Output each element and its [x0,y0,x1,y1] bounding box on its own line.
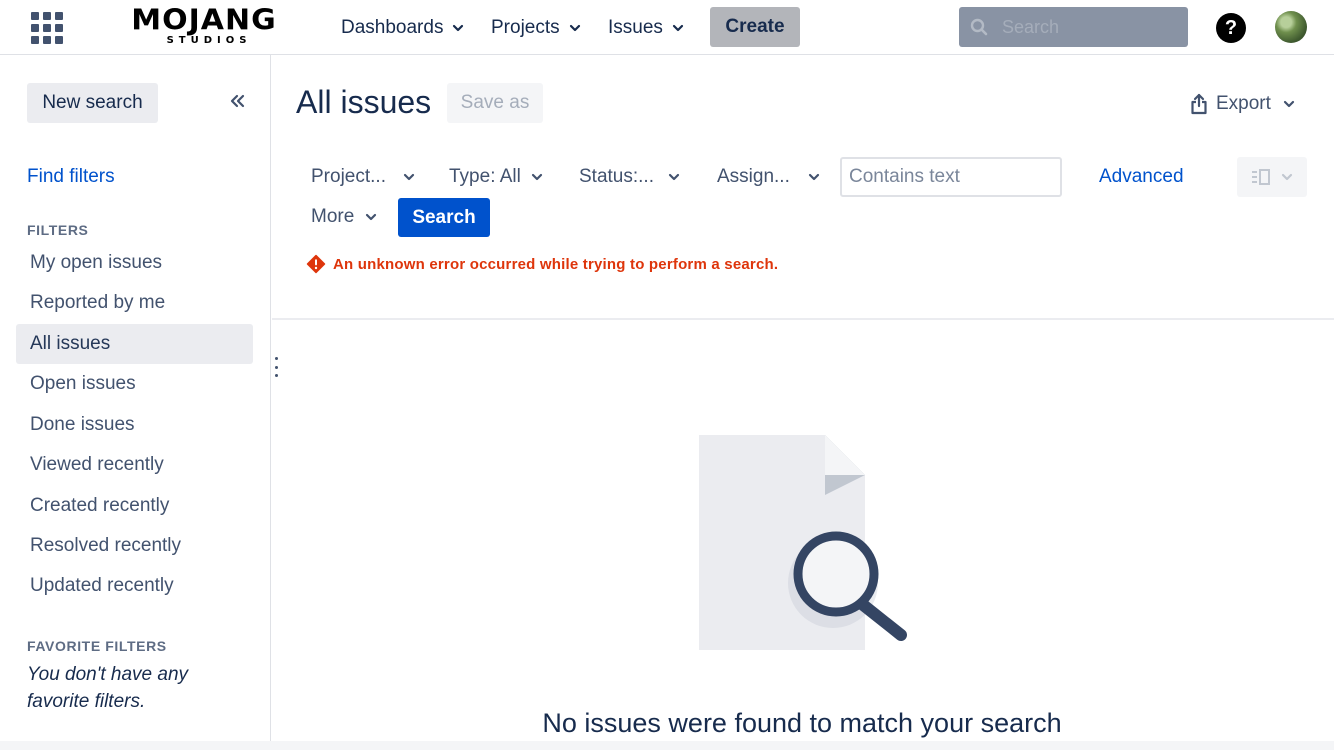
chevron-down-icon [403,173,415,181]
page-title: All issues [296,84,432,120]
error-message-text: An unknown error occurred while trying t… [333,255,779,273]
contains-text-input[interactable] [840,157,1062,197]
nav-issues[interactable]: Issues [608,14,684,42]
section-divider [272,318,1334,320]
assignee-filter-dropdown[interactable]: Assign... [717,157,820,197]
error-message: An unknown error occurred while trying t… [306,254,778,274]
nav-projects[interactable]: Projects [491,14,581,42]
logo-subtext: STUDIOS [166,35,252,46]
nav-projects-label: Projects [491,17,560,38]
chevron-down-icon [1283,100,1295,108]
export-button[interactable]: Export [1190,90,1295,118]
project-filter-label: Project... [311,166,386,187]
find-filters-link[interactable]: Find filters [27,166,115,188]
filter-open-issues[interactable]: Open issues [16,364,253,404]
nav-dashboards[interactable]: Dashboards [341,14,464,42]
share-export-icon [1191,93,1207,115]
chevron-down-icon [808,173,819,181]
new-search-button[interactable]: New search [27,83,158,123]
favorite-filters-heading: FAVORITE FILTERS [27,638,167,654]
chevron-down-icon [672,24,684,32]
search-button[interactable]: Search [398,198,490,237]
filters-heading: FILTERS [27,222,89,238]
mojang-logo[interactable]: MOJANG STUDIOS [120,4,288,48]
filter-resolved-recently[interactable]: Resolved recently [16,526,253,566]
chevron-down-icon [366,213,377,221]
type-filter-dropdown[interactable]: Type: All [449,157,543,197]
sidebar-resize-handle[interactable] [273,357,279,377]
more-filters-dropdown[interactable]: More [311,197,377,237]
list-view-icon [1252,169,1270,185]
chevron-down-icon [668,173,680,181]
error-icon [306,254,326,274]
global-search[interactable] [959,7,1188,47]
filter-my-open-issues[interactable]: My open issues [16,243,253,283]
create-button[interactable]: Create [710,7,800,47]
type-filter-label: Type: All [449,166,521,187]
search-icon [970,18,988,36]
filters-sidebar: New search Find filters FILTERS My open … [0,55,271,741]
filter-all-issues[interactable]: All issues [16,324,253,364]
status-filter-label: Status:... [579,166,654,187]
view-toggle-button[interactable] [1237,157,1307,197]
nav-issues-label: Issues [608,17,663,38]
top-navigation: MOJANG STUDIOS Dashboards Projects Issue… [0,0,1334,55]
status-filter-dropdown[interactable]: Status:... [579,157,680,197]
chevron-down-icon [1281,173,1293,181]
bottom-strip [0,741,1334,750]
chevron-down-icon [453,24,464,32]
help-icon[interactable]: ? [1216,13,1246,43]
chevron-down-icon [531,173,542,181]
app-switcher-icon[interactable] [31,12,63,44]
save-as-button[interactable]: Save as [447,83,543,123]
empty-search-illustration [699,435,907,650]
user-avatar[interactable] [1275,11,1307,43]
global-search-input[interactable] [1002,16,1172,38]
advanced-search-link[interactable]: Advanced [1099,166,1184,188]
filter-created-recently[interactable]: Created recently [16,486,253,526]
collapse-sidebar-icon[interactable] [228,93,246,109]
filter-reported-by-me[interactable]: Reported by me [16,283,253,323]
filter-done-issues[interactable]: Done issues [16,405,253,445]
filter-updated-recently[interactable]: Updated recently [16,566,253,606]
chevron-down-icon [569,24,580,32]
favorite-filters-empty-text: You don't have any favorite filters. [27,664,189,712]
export-label: Export [1216,93,1271,114]
empty-state-message: No issues were found to match your searc… [542,708,1062,738]
filter-viewed-recently[interactable]: Viewed recently [16,445,253,485]
nav-dashboards-label: Dashboards [341,17,444,38]
project-filter-dropdown[interactable]: Project... [311,157,415,197]
more-filters-label: More [311,206,355,227]
logo-text: MOJANG [131,3,277,38]
assignee-filter-label: Assign... [717,166,790,187]
